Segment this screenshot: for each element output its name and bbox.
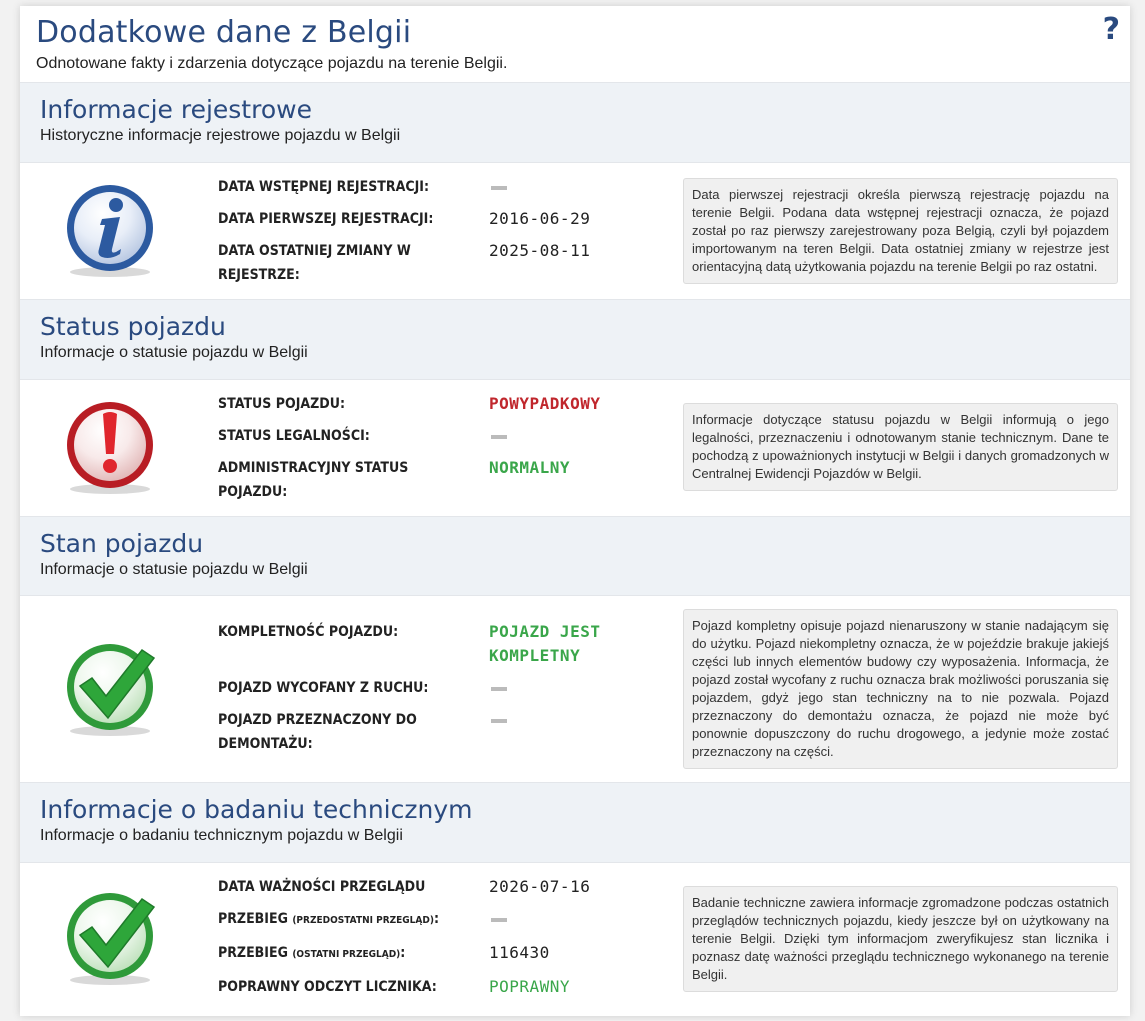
field-label: DATA WAŻNOŚCI PRZEGLĄDU bbox=[218, 879, 426, 895]
field-value: 116430 bbox=[489, 943, 550, 962]
field-label: POPRAWNY ODCZYT LICZNIKA: bbox=[218, 979, 437, 995]
info-note: Pojazd kompletny opisuje pojazd nienarus… bbox=[683, 609, 1118, 769]
field-value: 2026-07-16 bbox=[489, 877, 591, 896]
field-value bbox=[489, 424, 659, 448]
field-label-note: (OSTATNI PRZEGLĄD) bbox=[292, 949, 401, 960]
field-row: PRZEBIEG (PRZEDOSTATNI PRZEGLĄD): bbox=[218, 907, 668, 933]
field-label-main: PRZEBIEG bbox=[218, 945, 288, 961]
page-title: Dodatkowe dane z Belgii bbox=[36, 15, 412, 50]
field-row: STATUS LEGALNOŚCI: bbox=[218, 424, 668, 448]
field-row: POJAZD WYCOFANY Z RUCHU: bbox=[218, 676, 668, 700]
help-icon[interactable]: ? bbox=[1103, 12, 1120, 47]
section-body-inspection: DATA WAŻNOŚCI PRZEGLĄDU 2026-07-16 PRZEB… bbox=[20, 863, 1130, 1016]
field-label: DATA WSTĘPNEJ REJESTRACJI: bbox=[218, 179, 430, 195]
field-label: DATA OSTATNIEJ ZMIANY W REJESTRZE: bbox=[218, 243, 411, 283]
section-title: Informacje rejestrowe bbox=[40, 95, 312, 124]
field-row: POJAZD PRZEZNACZONY DO DEMONTAŻU: bbox=[218, 708, 668, 756]
checkmark-icon bbox=[64, 642, 156, 738]
field-value: 2025-08-11 bbox=[489, 241, 591, 260]
card-header: Dodatkowe dane z Belgii Odnotowane fakty… bbox=[20, 6, 1130, 83]
section-subtitle: Informacje o statusie pojazdu w Belgii bbox=[40, 561, 308, 578]
section-header-inspection: Informacje o badaniu technicznym Informa… bbox=[20, 783, 1130, 863]
empty-dash bbox=[491, 718, 507, 723]
page-subtitle: Odnotowane fakty i zdarzenia dotyczące p… bbox=[36, 55, 508, 72]
section-subtitle: Informacje o badaniu technicznym pojazdu… bbox=[40, 827, 403, 844]
registration-fields: DATA WSTĘPNEJ REJESTRACJI: DATA PIERWSZE… bbox=[218, 175, 668, 295]
field-row: DATA OSTATNIEJ ZMIANY W REJESTRZE: 2025-… bbox=[218, 239, 668, 287]
info-note: Data pierwszej rejestracji określa pierw… bbox=[683, 178, 1118, 284]
field-value bbox=[489, 676, 659, 700]
exclamation-icon bbox=[64, 400, 156, 496]
field-label: PRZEBIEG (PRZEDOSTATNI PRZEGLĄD): bbox=[218, 907, 462, 933]
field-row: PRZEBIEG (OSTATNI PRZEGLĄD): 116430 bbox=[218, 941, 668, 967]
info-note: Informacje dotyczące statusu pojazdu w B… bbox=[683, 403, 1118, 491]
field-row: DATA WAŻNOŚCI PRZEGLĄDU 2026-07-16 bbox=[218, 875, 668, 899]
section-body-condition: KOMPLETNOŚĆ POJAZDU: POJAZD JEST KOMPLET… bbox=[20, 596, 1130, 783]
empty-dash bbox=[491, 686, 507, 691]
section-body-registration: DATA WSTĘPNEJ REJESTRACJI: DATA PIERWSZE… bbox=[20, 163, 1130, 300]
checkmark-icon bbox=[64, 891, 156, 987]
section-header-registration: Informacje rejestrowe Historyczne inform… bbox=[20, 83, 1130, 163]
field-row: POPRAWNY ODCZYT LICZNIKA: POPRAWNY bbox=[218, 975, 668, 999]
field-label: STATUS LEGALNOŚCI: bbox=[218, 428, 370, 444]
field-label-note: (PRZEDOSTATNI PRZEGLĄD) bbox=[292, 915, 434, 926]
field-value: POWYPADKOWY bbox=[489, 394, 601, 413]
empty-dash bbox=[491, 185, 507, 190]
status-fields: STATUS POJAZDU: POWYPADKOWY STATUS LEGAL… bbox=[218, 392, 668, 512]
field-label: ADMINISTRACYJNY STATUS POJAZDU: bbox=[218, 460, 409, 500]
field-value: NORMALNY bbox=[489, 458, 571, 477]
section-header-condition: Stan pojazdu Informacje o statusie pojaz… bbox=[20, 517, 1130, 596]
field-label: STATUS POJAZDU: bbox=[218, 396, 346, 412]
field-value bbox=[489, 708, 659, 756]
field-label: POJAZD WYCOFANY Z RUCHU: bbox=[218, 680, 429, 696]
section-title: Status pojazdu bbox=[40, 312, 226, 341]
field-row: ADMINISTRACYJNY STATUS POJAZDU: NORMALNY bbox=[218, 456, 668, 504]
section-subtitle: Historyczne informacje rejestrowe pojazd… bbox=[40, 127, 401, 144]
field-label: POJAZD PRZEZNACZONY DO DEMONTAŻU: bbox=[218, 712, 417, 752]
empty-dash bbox=[491, 434, 507, 439]
field-label-colon: : bbox=[400, 945, 406, 961]
field-row: DATA WSTĘPNEJ REJESTRACJI: bbox=[218, 175, 668, 199]
section-subtitle: Informacje o statusie pojazdu w Belgii bbox=[40, 344, 308, 361]
section-title: Stan pojazdu bbox=[40, 529, 204, 558]
belgium-data-card: Dodatkowe dane z Belgii Odnotowane fakty… bbox=[20, 6, 1130, 1016]
info-note: Badanie techniczne zawiera informacje zg… bbox=[683, 886, 1118, 992]
field-row: DATA PIERWSZEJ REJESTRACJI: 2016-06-29 bbox=[218, 207, 668, 231]
field-row: STATUS POJAZDU: POWYPADKOWY bbox=[218, 392, 668, 416]
section-title: Informacje o badaniu technicznym bbox=[40, 795, 473, 824]
field-value: POPRAWNY bbox=[489, 977, 571, 996]
inspection-fields: DATA WAŻNOŚCI PRZEGLĄDU 2026-07-16 PRZEB… bbox=[218, 875, 668, 1007]
field-value: 2016-06-29 bbox=[489, 209, 591, 228]
info-icon bbox=[64, 183, 156, 279]
field-label-colon: : bbox=[433, 911, 440, 927]
section-header-status: Status pojazdu Informacje o statusie poj… bbox=[20, 300, 1130, 380]
section-body-status: STATUS POJAZDU: POWYPADKOWY STATUS LEGAL… bbox=[20, 380, 1130, 517]
empty-dash bbox=[491, 917, 507, 922]
field-value bbox=[489, 907, 659, 933]
field-row: KOMPLETNOŚĆ POJAZDU: POJAZD JEST KOMPLET… bbox=[218, 620, 668, 668]
field-label: PRZEBIEG (OSTATNI PRZEGLĄD): bbox=[218, 941, 462, 967]
field-value: POJAZD JEST KOMPLETNY bbox=[489, 622, 601, 665]
field-label: DATA PIERWSZEJ REJESTRACJI: bbox=[218, 211, 434, 227]
condition-fields: KOMPLETNOŚĆ POJAZDU: POJAZD JEST KOMPLET… bbox=[218, 620, 668, 764]
field-label-main: PRZEBIEG bbox=[218, 911, 288, 927]
field-value bbox=[489, 175, 659, 199]
field-label: KOMPLETNOŚĆ POJAZDU: bbox=[218, 624, 399, 640]
